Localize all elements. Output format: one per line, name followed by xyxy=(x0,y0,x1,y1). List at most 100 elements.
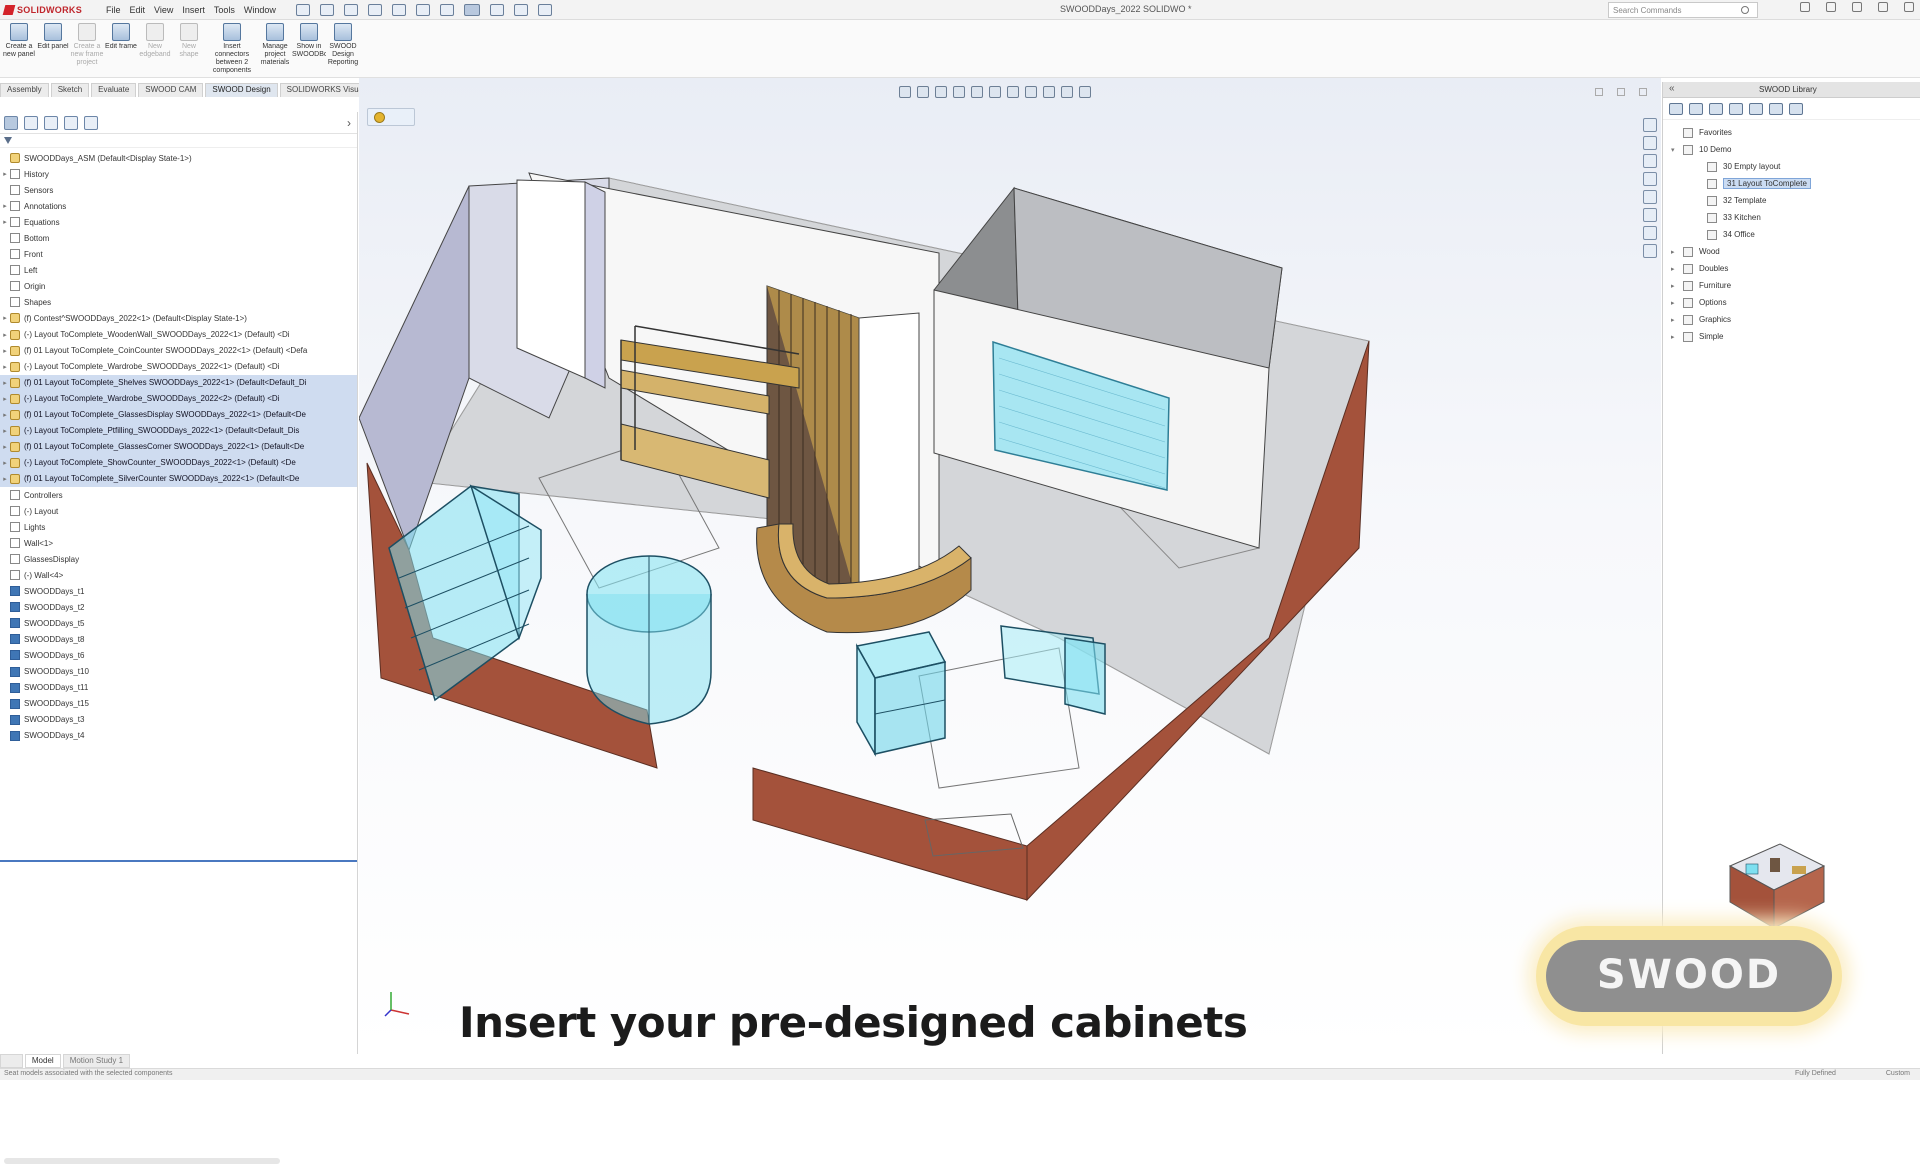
tree-node[interactable]: Bottom xyxy=(0,230,357,246)
save-icon[interactable] xyxy=(367,3,382,16)
expand-toggle-icon[interactable]: ▸ xyxy=(1671,316,1683,324)
library-item[interactable]: ▸ Furniture xyxy=(1671,277,1920,294)
appearances-tab-icon[interactable] xyxy=(1643,190,1657,204)
collapse-pane-icon[interactable]: « xyxy=(1669,83,1675,94)
tree-node[interactable]: ▸ (f) Contest^SWOODDays_2022<1> (Default<… xyxy=(0,310,357,326)
tree-node[interactable]: SWOODDays_t10 xyxy=(0,664,357,680)
horizontal-scrollbar[interactable] xyxy=(4,1158,280,1164)
tree-node[interactable]: SWOODDays_t2 xyxy=(0,599,357,615)
print-icon[interactable] xyxy=(391,3,406,16)
tree-node[interactable]: SWOODDays_t3 xyxy=(0,712,357,728)
configuration-manager-tab-icon[interactable] xyxy=(44,115,58,130)
tab-evaluate[interactable]: Evaluate xyxy=(91,83,137,97)
search-commands-input[interactable]: Search Commands xyxy=(1608,2,1758,18)
tree-node[interactable]: ▸ (-) Layout ToComplete_Ptfilling_SWOODDa… xyxy=(0,422,357,439)
expand-toggle-icon[interactable]: ▸ xyxy=(0,363,10,371)
tab-assembly[interactable]: Assembly xyxy=(0,83,49,97)
tree-node[interactable]: ▸ Equations xyxy=(0,214,357,230)
filter-icon[interactable] xyxy=(4,136,12,145)
home-icon[interactable] xyxy=(295,3,310,16)
tree-node[interactable]: Front xyxy=(0,246,357,262)
new-shape-button[interactable]: New shape xyxy=(172,20,206,77)
library-filter-icon[interactable] xyxy=(1789,102,1803,115)
expand-toggle-icon[interactable]: ▸ xyxy=(0,314,10,322)
tree-node[interactable]: ▸ (-) Layout ToComplete_ShowCounter_SWOOD… xyxy=(0,454,357,471)
undo-icon[interactable] xyxy=(415,3,430,16)
forum-tab-icon[interactable] xyxy=(1643,244,1657,258)
library-item[interactable]: 31 Layout ToComplete xyxy=(1671,175,1920,192)
expand-toggle-icon[interactable]: ▸ xyxy=(1671,282,1683,290)
edit-frame-button[interactable]: Edit frame xyxy=(104,20,138,77)
library-item[interactable]: ▸ Graphics xyxy=(1671,311,1920,328)
home-tab-icon[interactable] xyxy=(1643,118,1657,132)
tree-node[interactable]: Left xyxy=(0,262,357,278)
menu-tools[interactable]: Tools xyxy=(214,5,235,15)
tree-node[interactable]: SWOODDays_t1 xyxy=(0,583,357,599)
expand-toggle-icon[interactable]: ▸ xyxy=(0,427,10,435)
tree-node[interactable]: GlassesDisplay xyxy=(0,551,357,567)
tree-node[interactable]: ▸ (f) 01 Layout ToComplete_Shelves SWOODD… xyxy=(0,374,357,391)
tree-filter[interactable] xyxy=(0,134,357,148)
expand-toggle-icon[interactable]: ▸ xyxy=(0,218,10,226)
tree-node[interactable]: Sensors xyxy=(0,182,357,198)
tree-node[interactable]: ▸ (f) 01 Layout ToComplete_GlassesDisplay… xyxy=(0,406,357,423)
display-manager-tab-icon[interactable] xyxy=(84,115,98,130)
design-reporting-button[interactable]: SWOOD Design Reporting xyxy=(326,20,360,77)
expand-toggle-icon[interactable]: ▸ xyxy=(1671,333,1683,341)
restore-icon[interactable] xyxy=(1878,2,1888,12)
expand-toggle-icon[interactable]: ▸ xyxy=(0,443,10,451)
menu-window[interactable]: Window xyxy=(244,5,276,15)
expand-toggle-icon[interactable]: ▸ xyxy=(0,331,10,339)
expand-arrow-icon[interactable]: › xyxy=(347,116,351,130)
library-item[interactable]: 30 Empty layout xyxy=(1671,158,1920,175)
tree-node[interactable]: ▸ (-) Layout ToComplete_WoodenWall_SWOODD… xyxy=(0,327,357,343)
library-item[interactable]: ▾ 10 Demo xyxy=(1671,141,1920,158)
shop-layout-3d-model[interactable] xyxy=(359,78,1661,1054)
tree-node[interactable]: ▸ (-) Layout ToComplete_Wardrobe_SWOODDay… xyxy=(0,390,357,407)
status-units[interactable]: Custom xyxy=(1886,1070,1910,1077)
tab-swood-design[interactable]: SWOOD Design xyxy=(205,83,278,97)
redo-icon[interactable] xyxy=(439,3,454,16)
expand-toggle-icon[interactable]: ▸ xyxy=(1671,299,1683,307)
feature-manager-tab-icon[interactable] xyxy=(4,115,18,130)
tree-node[interactable]: SWOODDays_ASM (Default<Display State-1>) xyxy=(0,150,357,166)
library-item[interactable]: ▸ Doubles xyxy=(1671,260,1920,277)
expand-toggle-icon[interactable]: ▸ xyxy=(0,170,10,178)
library-item[interactable]: ▸ Options xyxy=(1671,294,1920,311)
library-folder-icon[interactable] xyxy=(1709,102,1723,115)
expand-toggle-icon[interactable]: ▸ xyxy=(1671,248,1683,256)
help-icon[interactable] xyxy=(1800,2,1810,12)
property-manager-tab-icon[interactable] xyxy=(24,115,38,130)
tree-node[interactable]: ▸ (f) 01 Layout ToComplete_SilverCounter … xyxy=(0,470,357,487)
menu-file[interactable]: File xyxy=(106,5,121,15)
insert-connectors-button[interactable]: Insert connectors between 2 components xyxy=(206,20,258,77)
expand-toggle-icon[interactable]: ▸ xyxy=(0,475,10,483)
expand-toggle-icon[interactable]: ▾ xyxy=(1671,146,1683,154)
library-settings-icon[interactable] xyxy=(1769,102,1783,115)
tree-node[interactable]: ▸ (f) 01 Layout ToComplete_CoinCounter SW… xyxy=(0,343,357,359)
library-item[interactable]: ▸ Simple xyxy=(1671,328,1920,345)
open-icon[interactable] xyxy=(343,3,358,16)
library-item[interactable]: 33 Kitchen xyxy=(1671,209,1920,226)
expand-toggle-icon[interactable]: ▸ xyxy=(1671,265,1683,273)
tree-node[interactable]: SWOODDays_t4 xyxy=(0,728,357,744)
tree-node[interactable]: Origin xyxy=(0,278,357,294)
design-library-tab-icon[interactable] xyxy=(1643,154,1657,168)
tab-motion-study[interactable]: Motion Study 1 xyxy=(62,1054,131,1068)
tree-node[interactable]: SWOODDays_t6 xyxy=(0,647,357,663)
create-frame-project-button[interactable]: Create a new frame project xyxy=(70,20,104,77)
new-document-icon[interactable] xyxy=(319,3,334,16)
tree-node[interactable]: ▸ History xyxy=(0,166,357,182)
show-in-swoodbox-button[interactable]: Show in SWOODBox xyxy=(292,20,326,77)
library-list-icon[interactable] xyxy=(1689,102,1703,115)
menu-edit[interactable]: Edit xyxy=(130,5,146,15)
edit-panel-button[interactable]: Edit panel xyxy=(36,20,70,77)
tree-node[interactable]: SWOODDays_t8 xyxy=(0,631,357,647)
custom-properties-tab-icon[interactable] xyxy=(1643,208,1657,222)
file-explorer-tab-icon[interactable] xyxy=(1643,172,1657,186)
tree-node[interactable]: ▸ Annotations xyxy=(0,198,357,214)
tab-swood-cam[interactable]: SWOOD CAM xyxy=(138,83,204,97)
tree-node[interactable]: Wall<1> xyxy=(0,535,357,551)
tree-node[interactable]: Shapes xyxy=(0,294,357,310)
resources-tab-icon[interactable] xyxy=(1643,136,1657,150)
